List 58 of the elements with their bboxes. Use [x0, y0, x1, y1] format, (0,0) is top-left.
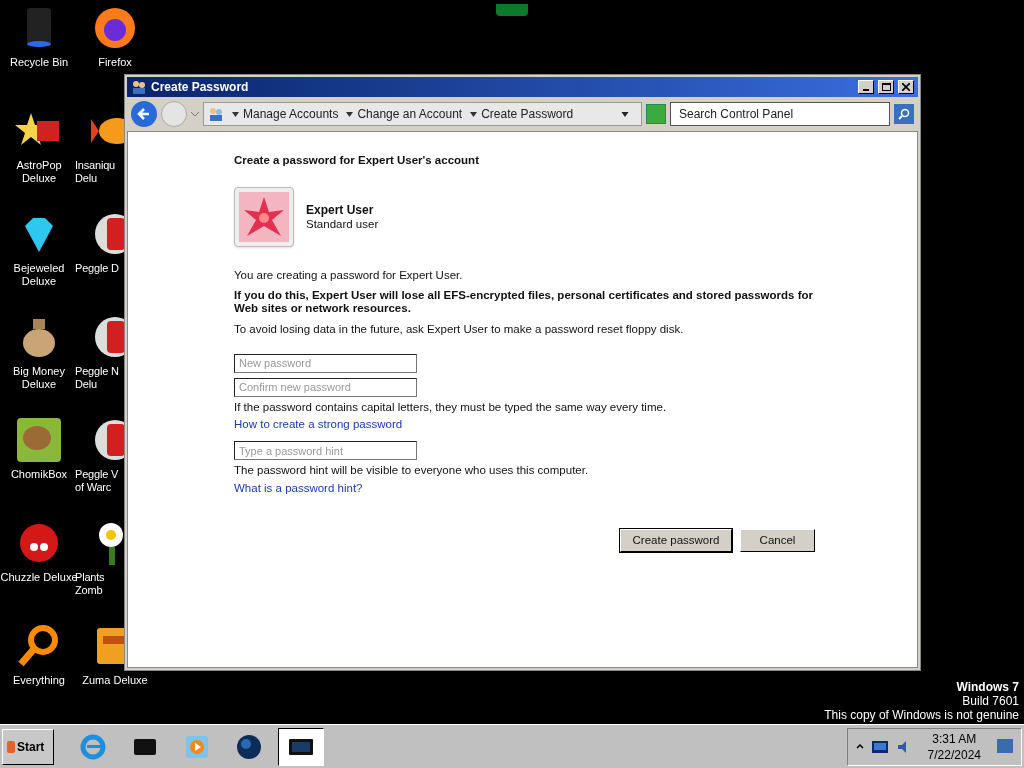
clock-time: 3:31 AM: [932, 730, 977, 747]
address-bar[interactable]: Manage Accounts Change an Account Create Password: [203, 102, 642, 126]
breadcrumb-item[interactable]: Manage Accounts: [243, 105, 339, 123]
users-icon: [131, 79, 147, 95]
caps-note: If the password contains capital letters, they must be typed the same way every time.: [234, 399, 667, 415]
search-button[interactable]: [894, 104, 914, 124]
breadcrumb-item[interactable]: Change an Account: [357, 105, 463, 123]
close-icon: [902, 83, 910, 91]
caret-icon[interactable]: [470, 111, 478, 117]
start-button[interactable]: Start: [2, 728, 54, 765]
icon-label[interactable]: AstroPop Deluxe: [16, 159, 62, 185]
search-field[interactable]: Search Control Panel: [670, 102, 890, 126]
maximize-button[interactable]: [878, 80, 894, 94]
caret-icon[interactable]: [232, 111, 239, 117]
icon-label[interactable]: Peggle V of Warc: [75, 468, 119, 494]
os-notice: Windows 7 Build 7601 This copy of Windows is not genuine: [824, 680, 1019, 722]
minimize-button[interactable]: [858, 80, 874, 94]
confirm-password-field[interactable]: Confirm new password: [234, 377, 417, 397]
icon-label[interactable]: Zuma Deluxe: [82, 674, 148, 687]
caret-icon[interactable]: [621, 111, 629, 117]
icon-label[interactable]: Bejeweled Deluxe: [13, 262, 65, 288]
icon-label[interactable]: Peggle N Delu: [75, 365, 119, 391]
breadcrumb-item[interactable]: Create Password: [481, 105, 574, 123]
icon-label[interactable]: ChomikBox: [10, 468, 68, 481]
new-password-field[interactable]: New password: [234, 353, 417, 373]
icon-label[interactable]: Plants Zomb: [75, 571, 105, 597]
icon-label[interactable]: Big Money Deluxe: [13, 365, 65, 391]
icon-label[interactable]: Peggle D: [75, 262, 119, 275]
account-name: Expert User: [306, 203, 375, 218]
back-button[interactable]: [131, 101, 157, 127]
taskbar-app[interactable]: [278, 727, 324, 766]
icon-label[interactable]: Insaniqu Delu: [75, 159, 115, 185]
show-desktop-icon[interactable]: [997, 738, 1013, 755]
advice-text: To avoid losing data in the future, ask Expert User to make a password reset floppy disk.: [234, 321, 684, 337]
close-button[interactable]: [898, 80, 914, 94]
clock-date: 7/22/2024: [927, 746, 981, 763]
icon-label[interactable]: Firefox: [98, 56, 132, 69]
caret-icon[interactable]: [346, 111, 354, 117]
users-icon: [208, 106, 224, 122]
browser-icon: [79, 732, 107, 761]
create-password-button[interactable]: Create password: [620, 528, 732, 552]
cancel-button[interactable]: Cancel: [740, 528, 815, 552]
intro-text: You are creating a password for Expert User.: [234, 268, 463, 284]
chevron-up-icon[interactable]: [855, 742, 864, 751]
icon-label[interactable]: Chuzzle Deluxe: [0, 571, 78, 584]
page-heading: Create a password for Expert User's account: [234, 153, 479, 168]
password-hint-field[interactable]: Type a password hint: [234, 441, 417, 461]
account-type: Standard user: [306, 217, 379, 232]
globe-icon: [235, 732, 263, 761]
network-icon[interactable]: [871, 740, 888, 753]
icon-label[interactable]: Everything: [13, 674, 65, 687]
help-link[interactable]: What is a password hint?: [234, 479, 363, 497]
arrow-left-icon: [136, 106, 152, 122]
hint-note: The password hint will be visible to everyone who uses this computer.: [234, 463, 589, 479]
warning-text: If you do this, Expert User will lose all EFS-encrypted files, personal certificates and stored passwords for Web sites or network resources.: [234, 288, 814, 315]
help-link[interactable]: How to create a strong password: [234, 416, 403, 434]
window-title: Create Password: [151, 79, 249, 96]
icon-label[interactable]: Recycle Bin: [9, 56, 69, 69]
